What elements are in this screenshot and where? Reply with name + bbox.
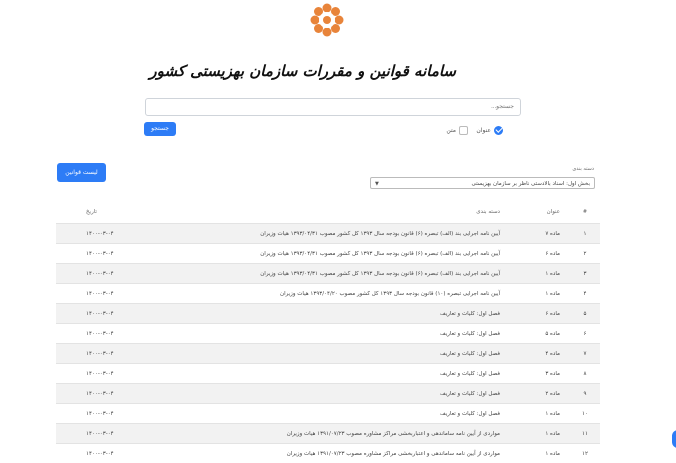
row-date: ۱۴۰۰-۰۳-۰۴ bbox=[86, 390, 114, 397]
text-checkbox[interactable] bbox=[459, 125, 468, 135]
search-input[interactable] bbox=[145, 98, 521, 116]
row-title: ماده ۱ bbox=[545, 410, 560, 417]
table-row[interactable]: ۹ ماده ۲ فصل اول: کلیات و تعاریف ۱۴۰۰-۰۳-۰۴ bbox=[56, 383, 600, 403]
row-date: ۱۴۰۰-۰۳-۰۴ bbox=[86, 430, 114, 437]
table-row[interactable]: ۲ ماده ۶ آیین نامه اجرایی بند (الف) تبصره … bbox=[56, 243, 600, 263]
row-category: فصل اول: کلیات و تعاریف bbox=[440, 410, 500, 417]
row-date: ۱۴۰۰-۰۳-۰۴ bbox=[86, 370, 114, 377]
row-number: ۲ bbox=[583, 250, 587, 257]
organization-logo bbox=[310, 3, 344, 37]
table-header-row: # عنوان دسته بندی تاریخ bbox=[56, 201, 600, 223]
row-number: ۳ bbox=[583, 270, 587, 277]
row-number: ۵ bbox=[583, 310, 587, 317]
search-option-text[interactable]: متن bbox=[446, 124, 468, 136]
row-title: ماده ۵ bbox=[545, 330, 560, 337]
laws-list-button[interactable]: لیست قوانین bbox=[57, 163, 106, 182]
row-category: فصل اول: کلیات و تعاریف bbox=[440, 330, 500, 337]
sort-icon: # bbox=[582, 209, 588, 215]
row-title: ماده ۲ bbox=[545, 390, 560, 397]
row-category: فصل اول: کلیات و تعاریف bbox=[440, 370, 500, 377]
table-row[interactable]: ۸ ماده ۳ فصل اول: کلیات و تعاریف ۱۴۰۰-۰۳-۰۴ bbox=[56, 363, 600, 383]
row-number: ۱ bbox=[583, 230, 587, 237]
table-row[interactable]: ۵ ماده ۶ فصل اول: کلیات و تعاریف ۱۴۰۰-۰۳-۰۴ bbox=[56, 303, 600, 323]
row-date: ۱۴۰۰-۰۳-۰۴ bbox=[86, 350, 114, 357]
category-selected-value: بخش اول: اسناد بالادستی ناظر بر سازمان ب… bbox=[471, 181, 591, 187]
row-title: ماده ۶ bbox=[545, 310, 560, 317]
row-date: ۱۴۰۰-۰۳-۰۴ bbox=[86, 310, 114, 317]
table-row[interactable]: ۱ ماده ۷ آیین نامه اجرایی بند (الف) تبصره … bbox=[56, 223, 600, 243]
category-select[interactable]: بخش اول: اسناد بالادستی ناظر بر سازمان ب… bbox=[370, 177, 595, 189]
row-category: فصل اول: کلیات و تعاریف bbox=[440, 310, 500, 317]
row-number: ۶ bbox=[583, 330, 587, 337]
row-number: ۹ bbox=[583, 390, 587, 397]
header-num[interactable]: # bbox=[578, 201, 592, 223]
laws-table: # عنوان دسته بندی تاریخ ۱ ماده ۷ آیین نامه… bbox=[56, 201, 600, 463]
row-date: ۱۴۰۰-۰۳-۰۴ bbox=[86, 250, 114, 257]
table-row[interactable]: ۱۲ ماده ۱ مواردی از آیین نامه ساماندهی و ا… bbox=[56, 443, 600, 463]
table-row[interactable]: ۱۰ ماده ۱ فصل اول: کلیات و تعاریف ۱۴۰۰-۰۳-۰… bbox=[56, 403, 600, 423]
row-number: ۷ bbox=[583, 350, 587, 357]
row-category: آیین نامه اجرایی بند (الف) تبصره (۶) قان… bbox=[260, 250, 500, 257]
row-number: ۸ bbox=[583, 370, 587, 377]
row-category: مواردی از آیین نامه ساماندهی و اعتباربخش… bbox=[286, 430, 500, 437]
chat-widget-tab[interactable] bbox=[672, 430, 676, 448]
table-row[interactable]: ۳ ماده ۱ آیین نامه اجرایی بند (الف) تبصره … bbox=[56, 263, 600, 283]
row-category: آیین نامه اجرایی بند (الف) تبصره (۶) قان… bbox=[260, 230, 500, 237]
row-date: ۱۴۰۰-۰۳-۰۴ bbox=[86, 270, 114, 277]
title-option-label: عنوان bbox=[476, 126, 491, 134]
table-row[interactable]: ۷ ماده ۴ فصل اول: کلیات و تعاریف ۱۴۰۰-۰۳-۰۴ bbox=[56, 343, 600, 363]
row-date: ۱۴۰۰-۰۳-۰۴ bbox=[86, 230, 114, 237]
site-title: سامانه قوانین و مقررات سازمان بهزیستی کش… bbox=[149, 62, 456, 80]
row-number: ۱۱ bbox=[582, 430, 588, 437]
row-title: ماده ۱ bbox=[545, 270, 560, 277]
header-date[interactable]: تاریخ bbox=[86, 201, 136, 223]
header-title[interactable]: عنوان bbox=[526, 201, 560, 223]
row-category: فصل اول: کلیات و تعاریف bbox=[440, 350, 500, 357]
text-option-label: متن bbox=[446, 126, 456, 134]
row-title: ماده ۶ bbox=[545, 250, 560, 257]
row-number: ۴ bbox=[583, 290, 587, 297]
category-label: دسته بندی bbox=[572, 166, 594, 172]
row-date: ۱۴۰۰-۰۳-۰۴ bbox=[86, 330, 114, 337]
search-option-title[interactable]: عنوان bbox=[476, 124, 503, 136]
header-category[interactable]: دسته بندی bbox=[160, 201, 500, 223]
row-title: ماده ۳ bbox=[545, 370, 560, 377]
chevron-down-icon: ▼ bbox=[375, 181, 379, 187]
table-row[interactable]: ۱۱ ماده ۱ مواردی از آیین نامه ساماندهی و ا… bbox=[56, 423, 600, 443]
row-title: ماده ۱ bbox=[545, 430, 560, 437]
table-row[interactable]: ۴ ماده ۱ آیین نامه اجرایی تبصره (۱۰) قانون… bbox=[56, 283, 600, 303]
row-date: ۱۴۰۰-۰۳-۰۴ bbox=[86, 410, 114, 417]
row-category: آیین نامه اجرایی تبصره (۱۰) قانون بودجه … bbox=[280, 290, 500, 297]
row-title: ماده ۷ bbox=[545, 230, 560, 237]
title-checkbox[interactable] bbox=[494, 125, 503, 135]
row-title: ماده ۱ bbox=[545, 290, 560, 297]
row-category: فصل اول: کلیات و تعاریف bbox=[440, 390, 500, 397]
table-row[interactable]: ۶ ماده ۵ فصل اول: کلیات و تعاریف ۱۴۰۰-۰۳-۰۴ bbox=[56, 323, 600, 343]
row-category: آیین نامه اجرایی بند (الف) تبصره (۶) قان… bbox=[260, 270, 500, 277]
row-date: ۱۴۰۰-۰۳-۰۴ bbox=[86, 290, 114, 297]
search-button[interactable]: جستجو bbox=[144, 122, 176, 136]
row-number: ۱۰ bbox=[582, 410, 588, 417]
row-title: ماده ۴ bbox=[545, 350, 560, 357]
